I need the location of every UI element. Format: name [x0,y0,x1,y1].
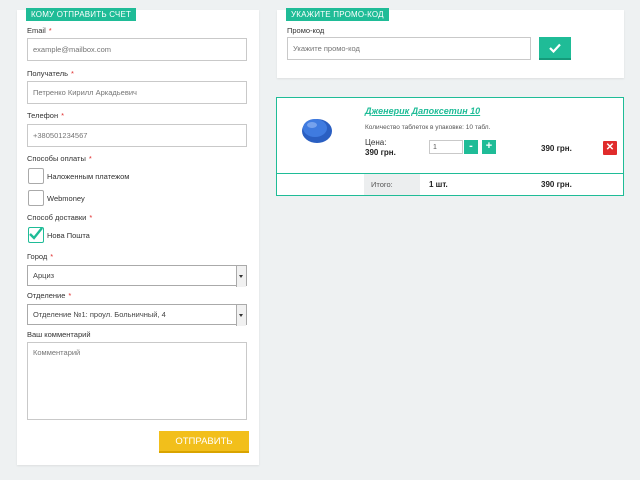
payment-label: Способы оплаты * [27,154,92,163]
quantity-increase-button[interactable]: + [482,140,496,154]
line-total: 390 грн. [541,144,572,153]
product-price: 390 грн. [365,148,396,157]
promo-label: Промо-код [287,26,325,35]
quantity-decrease-button[interactable]: - [464,140,478,154]
chevron-down-icon [236,266,246,287]
promo-code-input[interactable] [287,37,531,60]
order-form-panel: Кому отправить счет Email* Получатель* Т… [17,8,259,465]
phone-label: Телефон * [27,111,65,120]
apply-promo-button[interactable] [539,37,571,60]
promo-tag: Укажите промо-код [286,8,389,21]
pill-icon [302,119,332,143]
summary-label-cell: Итого: [364,174,420,195]
city-label: Город * [27,252,54,261]
delivery-novaposhta-label: Нова Пошта [47,231,90,240]
payment-cod-checkbox[interactable] [28,168,44,184]
payment-webmoney-label: Webmoney [47,194,85,203]
chevron-down-icon [236,305,246,326]
recipient-label: Получатель * [27,69,74,78]
summary-label: Итого: [371,180,393,189]
recipient-field[interactable] [27,81,247,104]
city-select[interactable]: Арциз [27,265,247,287]
cart-panel: Дженерик Дапоксетин 10 Количество таблет… [276,97,624,196]
payment-webmoney-checkbox[interactable] [28,190,44,206]
comment-label: Ваш комментарий [27,330,91,339]
comment-field[interactable] [27,342,247,420]
product-name-link[interactable]: Дженерик Дапоксетин 10 [365,106,480,116]
branch-label: Отделение * [27,291,72,300]
submit-button[interactable]: Отправить [159,431,249,453]
phone-field[interactable] [27,124,247,147]
product-image [300,115,334,145]
close-icon: ✕ [605,142,615,153]
branch-select-value: Отделение №1: проул. Больничный, 4 [33,310,166,319]
promo-panel: Укажите промо-код Промо-код [277,8,624,78]
email-label: Email * [27,26,52,35]
payment-cod-label: Наложенным платежом [47,172,130,181]
email-field[interactable] [27,38,247,61]
branch-select[interactable]: Отделение №1: проул. Больничный, 4 [27,304,247,326]
summary-total: 390 грн. [541,180,572,189]
order-form-tag: Кому отправить счет [26,8,137,21]
cart-divider [277,173,623,174]
price-label: Цена: [365,138,387,147]
product-pack-info: Количество таблеток в упаковке: 10 табл. [365,124,491,131]
summary-count: 1 шт. [429,180,448,189]
check-icon [549,43,561,53]
remove-item-button[interactable]: ✕ [603,141,617,155]
delivery-novaposhta-checkbox[interactable] [28,227,44,243]
city-select-value: Арциз [33,271,55,280]
check-icon [29,227,43,240]
delivery-label: Способ доставки * [27,213,93,222]
quantity-input[interactable] [429,140,463,154]
